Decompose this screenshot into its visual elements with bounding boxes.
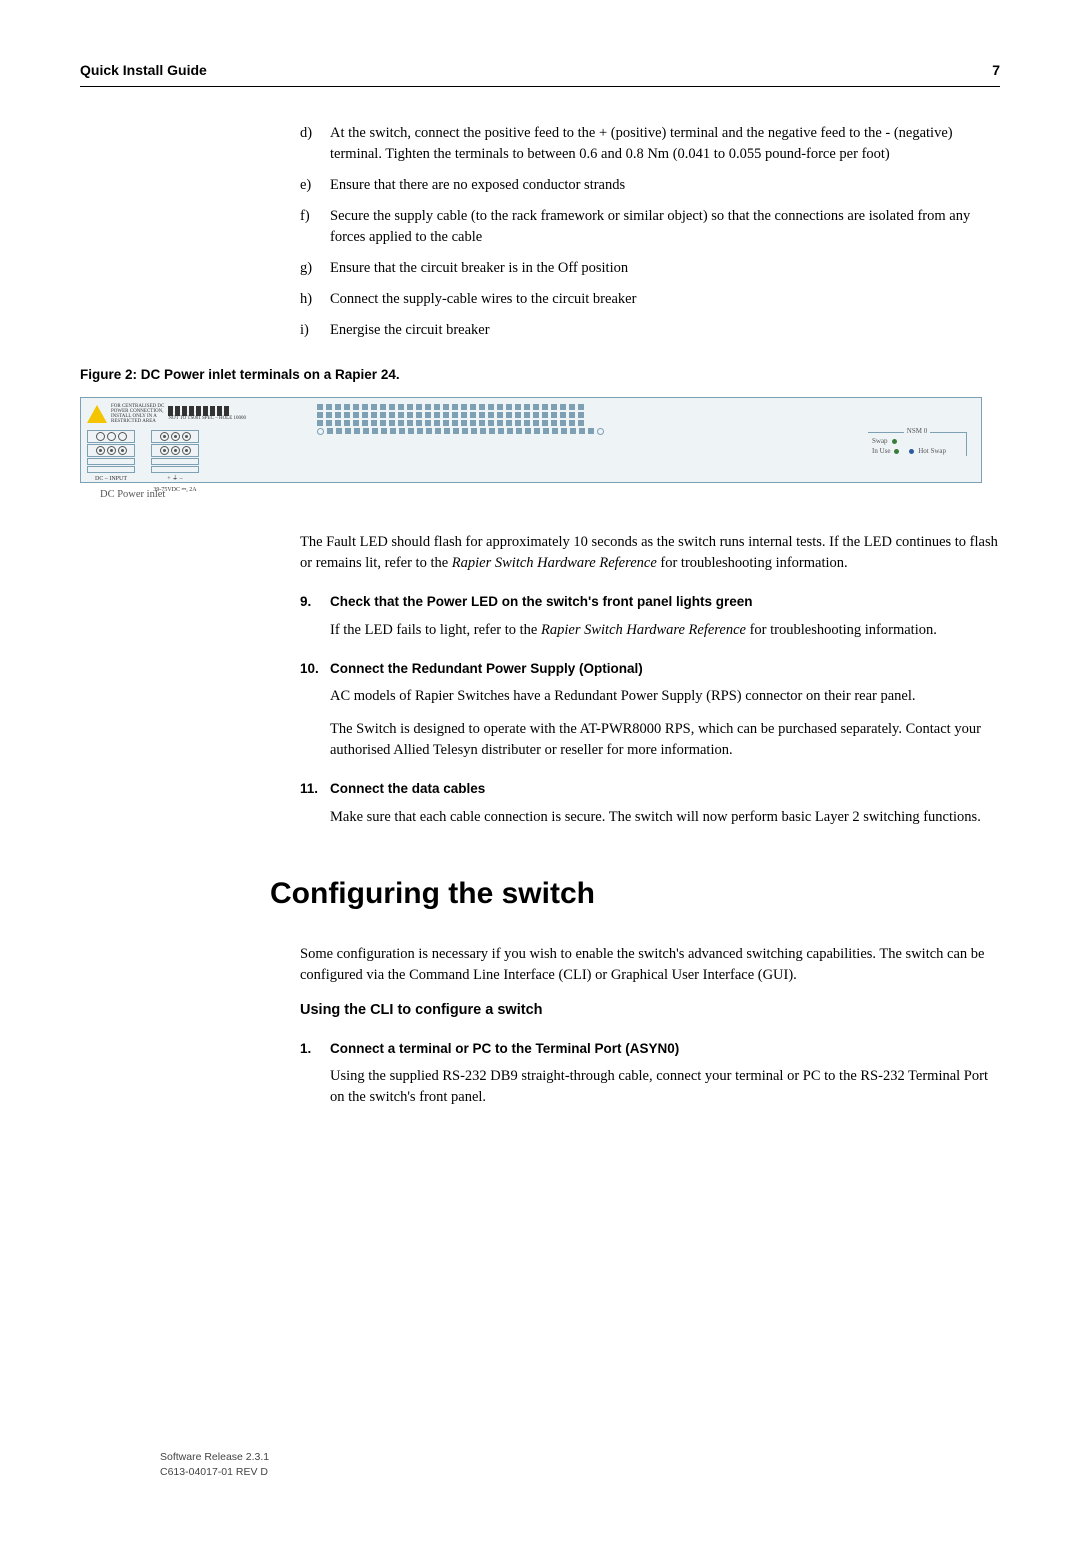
cli-step-1-heading: 1.Connect a terminal or PC to the Termin… — [300, 1039, 1000, 1059]
polarity-label: + ⏚ – — [151, 475, 199, 484]
step-11-heading: 11.Connect the data cables — [300, 779, 1000, 799]
step-9-heading: 9.Check that the Power LED on the switch… — [300, 592, 1000, 612]
rating-label: 39-75VDC ⎓, 2A — [151, 486, 199, 495]
substep-g: Ensure that the circuit breaker is in th… — [330, 258, 628, 279]
substep-list: d)At the switch, connect the positive fe… — [300, 123, 1000, 341]
step-9-body: If the LED fails to light, refer to the … — [330, 620, 1000, 641]
marker-e: e) — [300, 175, 330, 196]
marker-i: i) — [300, 320, 330, 341]
section-heading: Configuring the switch — [270, 872, 1000, 916]
cli-step-1-body: Using the supplied RS-232 DB9 straight-t… — [330, 1066, 1000, 1108]
nsm-panel: NSM 0 Swap In Use Hot Swap — [868, 432, 967, 456]
cli-subheading: Using the CLI to configure a switch — [300, 1000, 1000, 1021]
config-intro: Some configuration is necessary if you w… — [300, 944, 1000, 986]
warning-icon — [87, 405, 107, 423]
marker-h: h) — [300, 289, 330, 310]
step-10-body: AC models of Rapier Switches have a Redu… — [330, 686, 1000, 761]
vent-grille — [317, 404, 637, 437]
page-number: 7 — [992, 60, 1000, 80]
warning-text: FOR CENTRALISED DC POWER CONNECTION, INS… — [111, 404, 164, 424]
terminal-blocks: DC – INPUT + ⏚ – 39-75VDC ⎓, 2A — [87, 430, 297, 494]
figure-caption: Figure 2: DC Power inlet terminals on a … — [80, 365, 1000, 385]
page-header: Quick Install Guide 7 — [80, 60, 1000, 87]
step-10-heading: 10.Connect the Redundant Power Supply (O… — [300, 659, 1000, 679]
substep-f: Secure the supply cable (to the rack fra… — [330, 206, 1000, 248]
substep-d: At the switch, connect the positive feed… — [330, 123, 1000, 165]
substep-i: Energise the circuit breaker — [330, 320, 490, 341]
substep-h: Connect the supply-cable wires to the ci… — [330, 289, 636, 310]
step-11-body: Make sure that each cable connection is … — [330, 807, 1000, 828]
substep-e: Ensure that there are no exposed conduct… — [330, 175, 625, 196]
dc-input-label: DC – INPUT — [87, 475, 135, 484]
fault-led-text: The Fault LED should flash for approxima… — [300, 532, 1000, 574]
page-footer: Software Release 2.3.1 C613-04017-01 REV… — [160, 1450, 269, 1480]
marker-f: f) — [300, 206, 330, 248]
header-title: Quick Install Guide — [80, 60, 207, 80]
dc-inlet-figure: FOR CENTRALISED DC POWER CONNECTION, INS… — [80, 397, 982, 483]
vent-dots-small: NOT TO TS001 SPEC – HOLE 10000 — [168, 406, 246, 421]
marker-d: d) — [300, 123, 330, 165]
marker-g: g) — [300, 258, 330, 279]
